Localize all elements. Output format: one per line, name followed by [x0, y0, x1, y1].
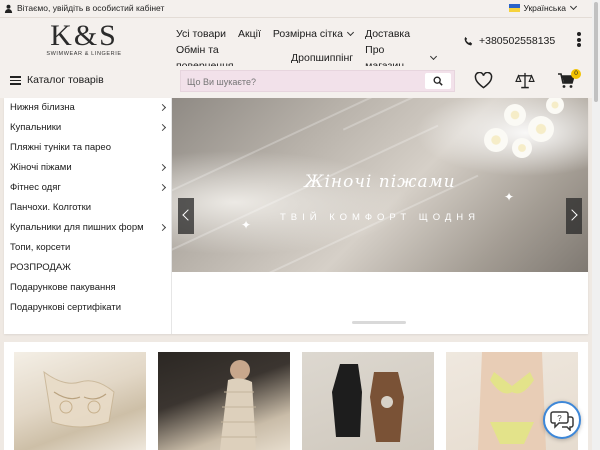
- flower-decor: [546, 98, 564, 114]
- flower-decor: [504, 104, 526, 126]
- logo-mark: K&S: [50, 19, 118, 52]
- product-card-swimsuits[interactable]: [302, 352, 434, 450]
- phone-link[interactable]: +380502558135: [463, 35, 555, 47]
- product-image: [43, 370, 115, 428]
- catalog-label: Каталог товарів: [27, 74, 104, 87]
- chevron-right-icon: [158, 123, 167, 132]
- menu-item-gift-wrap[interactable]: Подарункове пакування: [4, 278, 171, 298]
- product-row: [4, 342, 588, 450]
- compare-button[interactable]: [515, 72, 535, 92]
- heart-icon: [474, 71, 493, 89]
- chevron-right-icon: [566, 209, 578, 221]
- login-link[interactable]: Вітаємо, увійдіть в особистий кабінет: [4, 3, 164, 13]
- cart-button[interactable]: 0: [557, 69, 581, 92]
- menu-item-stockings[interactable]: Панчохи. Колготки: [4, 198, 171, 218]
- search-row: Каталог товарів 0: [0, 66, 592, 98]
- menu-item-swimwear[interactable]: Купальники: [4, 118, 171, 138]
- chevron-right-icon: [158, 163, 167, 172]
- flower-decor: [512, 138, 532, 158]
- wishlist-button[interactable]: [474, 71, 493, 92]
- language-selector[interactable]: Українська: [509, 2, 578, 13]
- scrollbar-thumb[interactable]: [594, 2, 598, 102]
- menu-item-plus-size-swimwear[interactable]: Купальники для пишних форм: [4, 218, 171, 238]
- slider-indicator[interactable]: [352, 321, 406, 324]
- svg-text:?: ?: [557, 414, 562, 423]
- logo-tagline: SWIMWEAR & LINGERIE: [46, 51, 122, 57]
- ukraine-flag-icon: [509, 4, 521, 12]
- menu-item-gift-certificates[interactable]: Подарункові сертифікати: [4, 298, 171, 318]
- search-input[interactable]: [187, 74, 417, 89]
- banner-prev-button[interactable]: [178, 198, 194, 234]
- product-image: [332, 364, 404, 442]
- chevron-down-icon: [569, 2, 578, 11]
- menu-item-sale[interactable]: РОЗПРОДАЖ: [4, 258, 171, 278]
- search-icon: [433, 76, 443, 86]
- chevron-down-icon: [346, 28, 355, 37]
- site-logo[interactable]: K&S SWIMWEAR & LINGERIE: [34, 19, 134, 62]
- chevron-left-icon: [182, 209, 194, 221]
- sparkle-icon: ✦: [241, 218, 252, 232]
- banner-title: Жіночі піжами: [304, 172, 456, 192]
- menu-item-lingerie[interactable]: Нижня білизна: [4, 98, 171, 118]
- nav-all-products[interactable]: Усі товари: [176, 26, 226, 42]
- chat-icon: ?: [550, 411, 574, 431]
- product-image: [220, 360, 257, 450]
- hamburger-icon: [10, 74, 21, 87]
- login-text: Вітаємо, увійдіть в особистий кабінет: [17, 3, 165, 13]
- menu-item-fitness[interactable]: Фітнес одяг: [4, 178, 171, 198]
- search-box: [180, 70, 455, 92]
- chevron-right-icon: [158, 103, 167, 112]
- header: K&S SWIMWEAR & LINGERIE Усі товари Акції…: [0, 18, 592, 72]
- nav-promotions[interactable]: Акції: [238, 26, 261, 42]
- chevron-right-icon: [158, 183, 167, 192]
- menu-item-beach-tunics[interactable]: Пляжні туніки та парео: [4, 138, 171, 158]
- main-section: Нижня білизна Купальники Пляжні туніки т…: [4, 98, 588, 334]
- product-card-lingerie[interactable]: [14, 352, 146, 450]
- menu-item-tops-corsets[interactable]: Топи, корсети: [4, 238, 171, 258]
- cart-count-badge: 0: [571, 69, 581, 79]
- hero-banner[interactable]: Жіночі піжами ТВІЙ КОМФОРТ ЩОДНЯ ✦ ✦: [172, 98, 588, 272]
- more-menu-icon[interactable]: [576, 32, 582, 50]
- catalog-button[interactable]: Каталог товарів: [10, 74, 104, 87]
- sparkle-icon: ✦: [504, 190, 515, 204]
- user-icon: [4, 4, 13, 13]
- nav-size-chart[interactable]: Розмірна сітка: [273, 26, 355, 42]
- nav-delivery[interactable]: Доставка: [365, 26, 410, 42]
- chevron-down-icon: [429, 52, 438, 61]
- menu-item-pajamas[interactable]: Жіночі піжами: [4, 158, 171, 178]
- phone-icon: [464, 36, 473, 45]
- category-menu: Нижня білизна Купальники Пляжні туніки т…: [4, 98, 172, 334]
- search-button[interactable]: [425, 73, 451, 89]
- chevron-right-icon: [158, 223, 167, 232]
- banner-next-button[interactable]: [566, 198, 582, 234]
- scales-icon: [515, 72, 535, 89]
- page-scrollbar[interactable]: [592, 0, 600, 450]
- flower-decor: [528, 116, 554, 142]
- chat-widget-button[interactable]: ?: [543, 401, 581, 439]
- top-strip: Вітаємо, увійдіть в особистий кабінет Ук…: [0, 0, 592, 18]
- product-card-knit-dress[interactable]: [158, 352, 290, 450]
- banner-tagline: ТВІЙ КОМФОРТ ЩОДНЯ: [279, 212, 481, 223]
- flower-decor: [484, 128, 508, 152]
- phone-number: +380502558135: [479, 35, 556, 47]
- language-label: Українська: [523, 3, 566, 13]
